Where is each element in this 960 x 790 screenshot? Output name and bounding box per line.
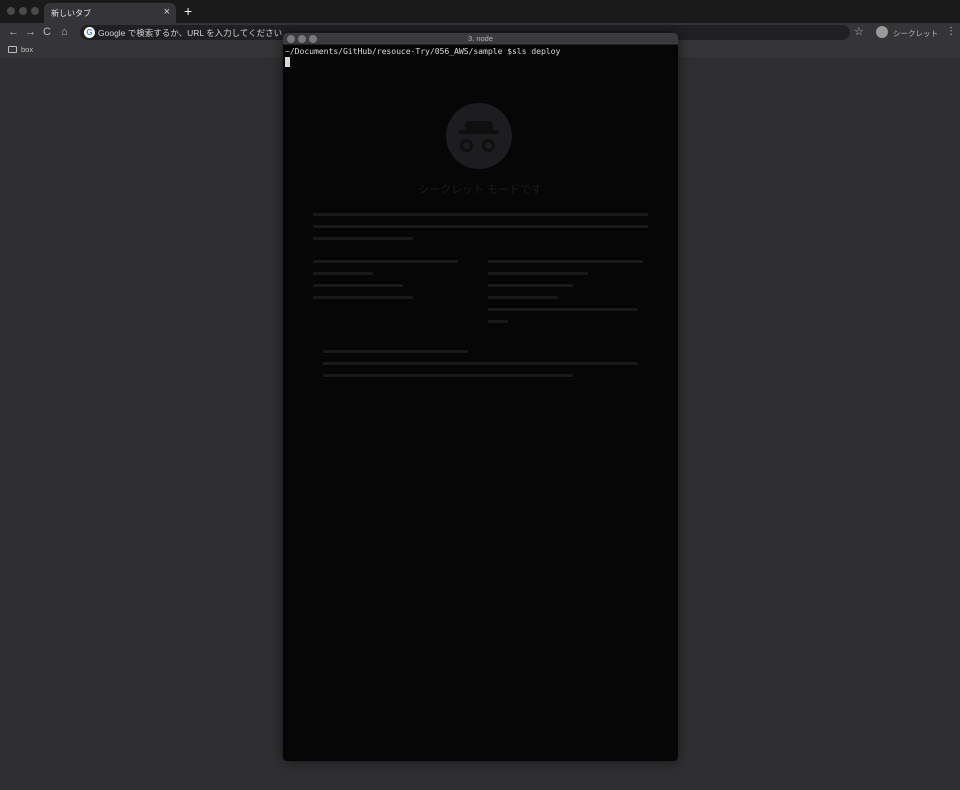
terminal-cursor bbox=[285, 57, 290, 67]
incognito-title: シークレット モードです bbox=[417, 184, 543, 196]
browser-menu-icon[interactable]: ⋮ bbox=[946, 26, 956, 38]
back-arrow-icon[interactable]: ← bbox=[8, 26, 19, 38]
terminal-prompt-line: ~/Documents/GitHub/resouce-Try/056_AWS/s… bbox=[285, 46, 561, 56]
forward-arrow-icon[interactable]: → bbox=[25, 26, 36, 38]
terminal-title: 3. node bbox=[467, 34, 494, 43]
terminal-window[interactable]: 3. node シークレット モードです ~/Documents/GitHub/… bbox=[283, 33, 678, 761]
close-window-button[interactable] bbox=[7, 7, 15, 15]
google-logo-icon: G bbox=[84, 27, 95, 38]
incognito-text-line bbox=[488, 260, 643, 263]
incognito-text-line bbox=[488, 296, 558, 299]
incognito-text-line bbox=[313, 237, 413, 240]
incognito-page-background: シークレット モードです bbox=[283, 45, 678, 761]
incognito-text-line bbox=[323, 362, 638, 365]
tab-close-icon[interactable]: × bbox=[164, 6, 170, 18]
new-tab-button[interactable]: + bbox=[184, 4, 192, 18]
bookmark-folder-box[interactable]: box bbox=[21, 45, 33, 54]
incognito-text-line bbox=[323, 350, 468, 353]
incognito-avatar-icon[interactable] bbox=[876, 26, 888, 38]
tab-strip: 新しいタブ × + bbox=[0, 0, 960, 23]
tab-new-tab[interactable]: 新しいタブ × bbox=[44, 3, 176, 23]
incognito-text-line bbox=[488, 272, 588, 275]
incognito-text-line bbox=[313, 260, 458, 263]
address-bar-placeholder[interactable]: Google で検索するか、URL を入力してください bbox=[98, 27, 282, 39]
incognito-text-line bbox=[323, 374, 573, 377]
home-icon[interactable]: ⌂ bbox=[61, 26, 68, 38]
incognito-text-line bbox=[488, 284, 573, 287]
incognito-text-line bbox=[488, 308, 638, 311]
terminal-body[interactable]: シークレット モードです ~/Documents/GitHub/resouce-… bbox=[283, 45, 678, 761]
bookmark-star-icon[interactable]: ☆ bbox=[854, 26, 864, 38]
folder-icon bbox=[8, 46, 17, 53]
incognito-text-line bbox=[313, 225, 648, 228]
incognito-spy-icon bbox=[446, 103, 512, 169]
incognito-text-line bbox=[313, 296, 413, 299]
terminal-titlebar[interactable]: 3. node bbox=[283, 33, 678, 45]
tab-title: 新しいタブ bbox=[51, 9, 91, 18]
reload-icon[interactable]: C bbox=[43, 26, 51, 38]
incognito-text-line bbox=[313, 213, 648, 216]
incognito-text-line bbox=[488, 320, 508, 323]
minimize-window-button[interactable] bbox=[19, 7, 27, 15]
incognito-text-line bbox=[313, 284, 403, 287]
zoom-window-button[interactable] bbox=[31, 7, 39, 15]
incognito-profile-label[interactable]: シークレット bbox=[893, 28, 938, 39]
incognito-text-line bbox=[313, 272, 373, 275]
